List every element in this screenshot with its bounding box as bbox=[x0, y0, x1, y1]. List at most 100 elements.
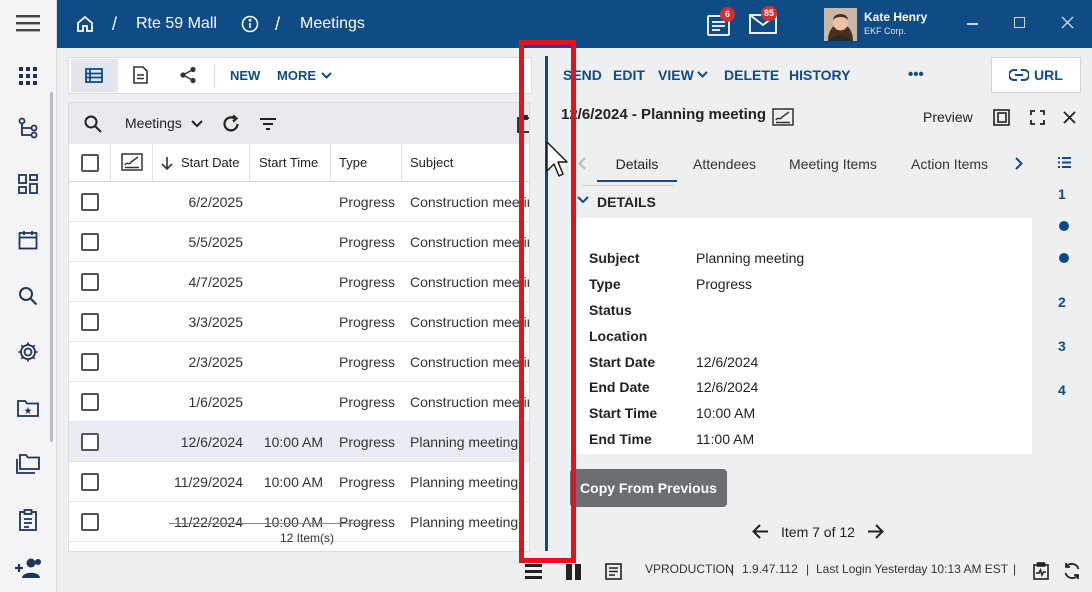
subject-column-header[interactable]: Subject bbox=[402, 144, 529, 182]
cell-subject: Planning meeting bbox=[410, 434, 519, 450]
row-checkbox[interactable] bbox=[81, 393, 99, 411]
rail-scrollbar[interactable] bbox=[50, 92, 53, 442]
field-label: End Time bbox=[589, 431, 652, 447]
status-separator: | bbox=[1013, 562, 1017, 576]
start-date-column-header[interactable]: Start Date bbox=[153, 144, 250, 182]
table-row[interactable]: 3/3/2025 Progress Construction meeting bbox=[69, 302, 529, 342]
row-checkbox[interactable] bbox=[81, 273, 99, 291]
refresh-icon[interactable] bbox=[221, 114, 241, 134]
section-list-icon[interactable] bbox=[1058, 157, 1071, 168]
table-row[interactable]: 6/2/2025 Progress Construction meeting bbox=[69, 182, 529, 222]
document-view-icon[interactable] bbox=[133, 66, 148, 84]
split-view-icon[interactable] bbox=[993, 109, 1010, 126]
starred-folder-icon[interactable] bbox=[14, 394, 42, 422]
row-checkbox[interactable] bbox=[81, 353, 99, 371]
cell-subject: Planning meeting bbox=[410, 474, 519, 490]
section-title[interactable]: DETAILS bbox=[597, 194, 656, 210]
tabs-scroll-left-icon[interactable] bbox=[578, 157, 586, 170]
cell-subject: Construction meeting bbox=[410, 394, 530, 410]
search-icon[interactable] bbox=[14, 282, 42, 310]
clipboard-icon[interactable] bbox=[14, 506, 42, 534]
dashboard-icon[interactable] bbox=[14, 170, 42, 198]
view-chevron-down-icon[interactable] bbox=[191, 120, 203, 128]
previous-item-arrow-icon[interactable] bbox=[752, 524, 769, 539]
collapse-chevron-icon[interactable] bbox=[577, 196, 589, 204]
hierarchy-icon[interactable] bbox=[14, 114, 42, 142]
folders-icon[interactable] bbox=[14, 450, 42, 478]
tab-attendees[interactable]: Attendees bbox=[693, 146, 756, 182]
horizontal-scrollbar[interactable] bbox=[169, 523, 370, 524]
more-actions-button[interactable]: ••• bbox=[908, 57, 924, 93]
maximize-icon[interactable] bbox=[1014, 17, 1025, 28]
user-name[interactable]: Kate Henry bbox=[864, 10, 927, 24]
column-layout-icon[interactable] bbox=[566, 564, 581, 580]
toolbar-divider bbox=[214, 64, 215, 88]
share-icon[interactable] bbox=[179, 66, 197, 84]
add-user-icon[interactable] bbox=[14, 554, 42, 582]
history-button[interactable]: HISTORY bbox=[789, 57, 850, 93]
table-row[interactable]: 11/29/2024 10:00 AM Progress Planning meeti… bbox=[69, 462, 529, 502]
view-selector[interactable]: Meetings bbox=[125, 103, 182, 144]
next-item-arrow-icon[interactable] bbox=[867, 524, 884, 539]
section-nav-3[interactable]: 3 bbox=[1058, 338, 1066, 354]
filter-icon[interactable] bbox=[259, 117, 277, 131]
table-header: Start Date Start Time Type Subject bbox=[69, 144, 529, 182]
preview-button[interactable]: Preview bbox=[923, 109, 973, 125]
row-checkbox[interactable] bbox=[81, 433, 99, 451]
tabs-scroll-right-icon[interactable] bbox=[1015, 157, 1023, 170]
minimize-icon[interactable] bbox=[967, 23, 978, 25]
row-checkbox[interactable] bbox=[81, 313, 99, 331]
avatar[interactable] bbox=[824, 8, 857, 41]
table-row[interactable]: 12/6/2024 10:00 AM Progress Planning meetin… bbox=[69, 422, 529, 462]
hamburger-menu-icon[interactable] bbox=[14, 9, 42, 37]
row-checkbox[interactable] bbox=[81, 233, 99, 251]
grid-view-toggle[interactable] bbox=[71, 59, 118, 92]
delete-button[interactable]: DELETE bbox=[724, 57, 779, 93]
section-nav-4[interactable]: 4 bbox=[1058, 382, 1066, 398]
table-row[interactable]: 5/5/2025 Progress Construction meeting bbox=[69, 222, 529, 262]
home-icon[interactable] bbox=[76, 15, 94, 33]
tab-action-items[interactable]: Action Items bbox=[911, 146, 988, 182]
fullscreen-icon[interactable] bbox=[1030, 110, 1045, 125]
new-button[interactable]: NEW bbox=[230, 58, 260, 93]
section-nav-dot[interactable] bbox=[1059, 221, 1069, 231]
url-button[interactable]: URL bbox=[991, 57, 1081, 93]
section-nav-2[interactable]: 2 bbox=[1058, 294, 1066, 310]
tab-meeting-items[interactable]: Meeting Items bbox=[789, 146, 877, 182]
row-checkbox[interactable] bbox=[81, 473, 99, 491]
select-all-checkbox[interactable] bbox=[81, 154, 99, 172]
more-menu-button[interactable]: MORE bbox=[277, 58, 316, 93]
apps-grid-icon[interactable] bbox=[14, 62, 42, 90]
tab-details[interactable]: Details bbox=[597, 146, 677, 182]
type-column-header[interactable]: Type bbox=[331, 144, 402, 182]
field-value: 11:00 AM bbox=[696, 431, 755, 447]
start-time-column-header[interactable]: Start Time bbox=[250, 144, 331, 182]
edit-button[interactable]: EDIT bbox=[613, 57, 645, 93]
cell-start-date: 3/3/2025 bbox=[188, 314, 244, 330]
list-search-icon[interactable] bbox=[84, 115, 102, 133]
row-checkbox[interactable] bbox=[81, 193, 99, 211]
view-menu-button[interactable]: VIEW bbox=[658, 57, 694, 93]
copy-from-previous-button[interactable]: Copy From Previous bbox=[570, 469, 727, 507]
cell-subject: Construction meeting bbox=[410, 234, 530, 250]
health-clipboard-icon[interactable] bbox=[1033, 562, 1049, 580]
calendar-icon[interactable] bbox=[14, 226, 42, 254]
close-panel-icon[interactable] bbox=[1063, 111, 1076, 124]
signature-column-header[interactable] bbox=[111, 144, 153, 182]
breadcrumb-project[interactable]: Rte 59 Mall bbox=[136, 0, 217, 48]
document-layout-icon[interactable] bbox=[605, 563, 622, 580]
info-icon[interactable] bbox=[241, 15, 259, 33]
close-window-icon[interactable] bbox=[1061, 16, 1074, 29]
section-nav-dot[interactable] bbox=[1059, 253, 1069, 263]
section-nav-1[interactable]: 1 bbox=[1058, 186, 1066, 202]
sync-icon[interactable] bbox=[1063, 562, 1081, 580]
table-row[interactable]: 2/3/2025 Progress Construction meeting bbox=[69, 342, 529, 382]
row-checkbox[interactable] bbox=[81, 513, 99, 531]
breadcrumb-module[interactable]: Meetings bbox=[300, 0, 365, 48]
list-layout-icon[interactable] bbox=[525, 564, 542, 579]
settings-gear-icon[interactable] bbox=[14, 338, 42, 366]
table-row[interactable]: 1/6/2025 Progress Construction meeting bbox=[69, 382, 529, 422]
version-label: 1.9.47.112 bbox=[742, 562, 798, 576]
table-row[interactable]: 4/7/2025 Progress Construction meeting bbox=[69, 262, 529, 302]
signature-icon[interactable] bbox=[772, 108, 794, 126]
